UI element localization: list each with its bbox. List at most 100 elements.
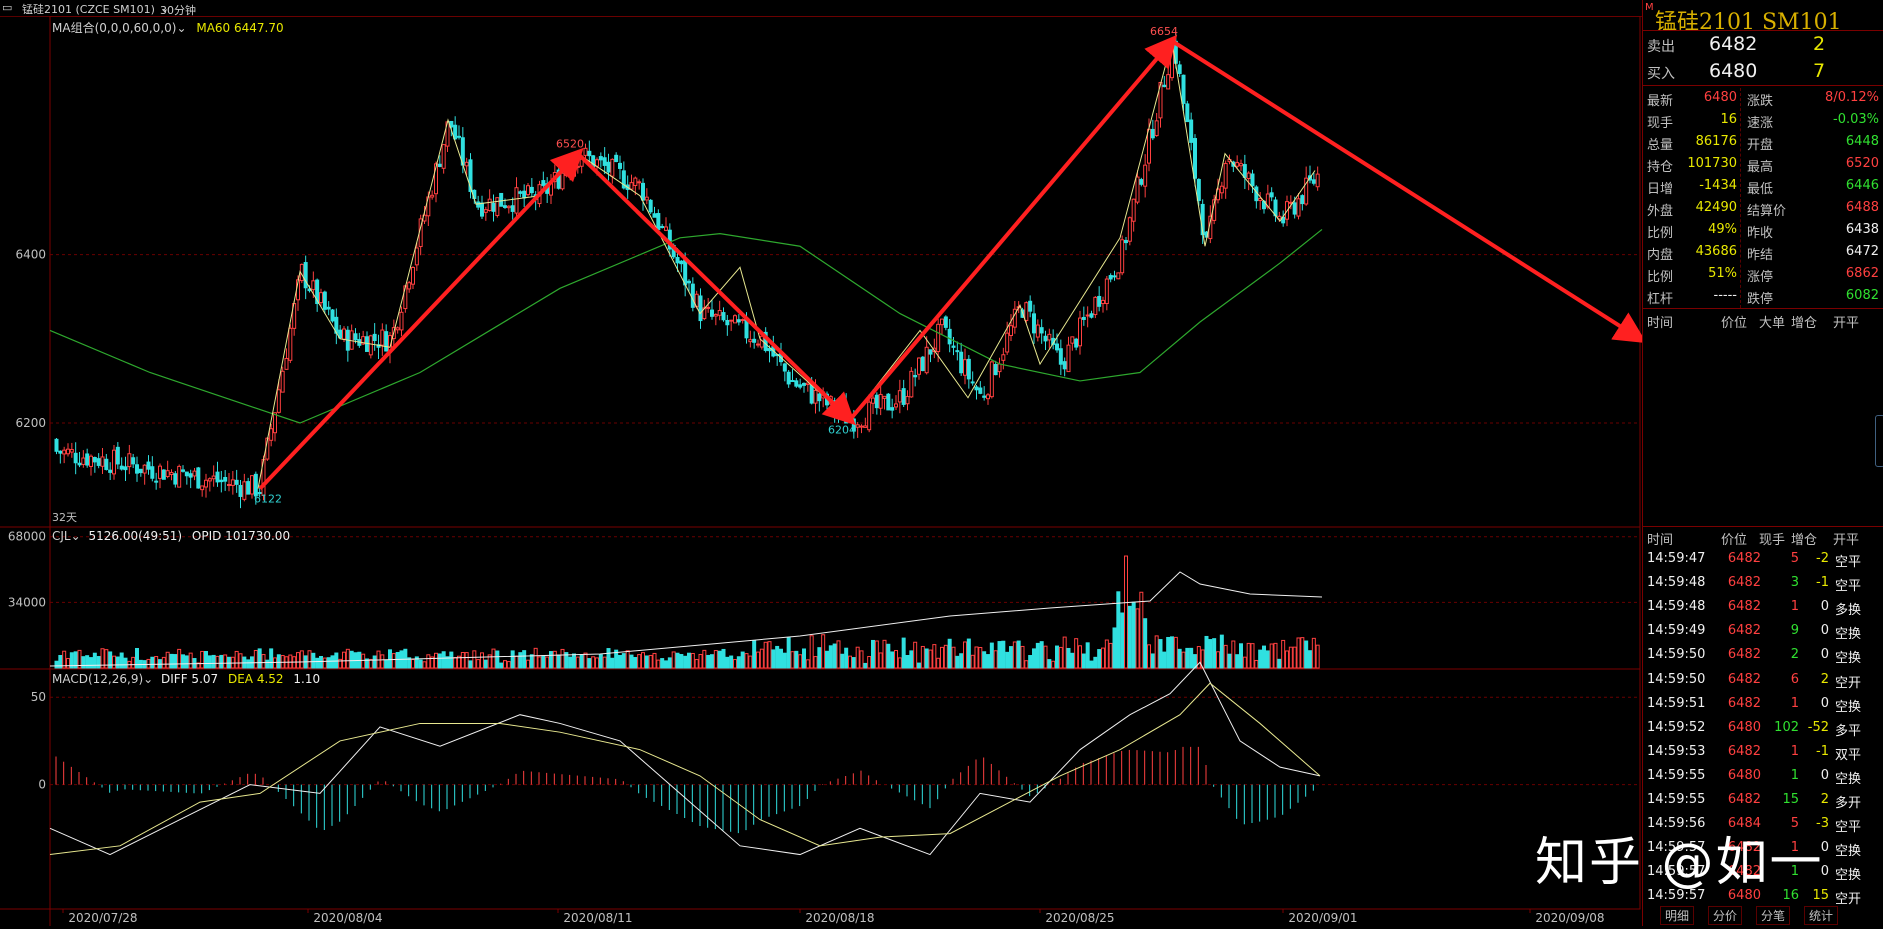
volume-bar [223, 654, 228, 669]
trade-cell: 6482 [1727, 551, 1761, 566]
stat-label: 速涨 [1747, 116, 1774, 131]
stat-value: 43686 [1695, 244, 1737, 259]
volume-bar [706, 654, 711, 669]
volume-bar [311, 652, 316, 669]
volume-bar [660, 658, 665, 669]
scrollbar[interactable] [1875, 415, 1883, 467]
candle-body [127, 453, 132, 468]
volume-bar [1285, 650, 1289, 669]
volume-bar [909, 650, 914, 669]
volume-bar [736, 656, 741, 669]
candle-body [77, 462, 82, 466]
tab-detail[interactable]: 明细 [1660, 906, 1695, 925]
stat-value: 6438 [1845, 222, 1879, 237]
trade-cell: 9 [1790, 623, 1799, 639]
window-icon[interactable]: ▭ [2, 1, 12, 14]
chart-area[interactable]: 6200 6400 2020/07/28 2020/08/04 2020/08/11 20… [0, 15, 1647, 926]
trade-cell: 2 [1790, 647, 1799, 663]
candle-body [855, 424, 860, 428]
volume-bar [510, 650, 515, 669]
candle-body [1055, 343, 1059, 351]
trade-cell: 1 [1790, 599, 1799, 615]
volume-bar [752, 640, 757, 669]
volume-bar [476, 659, 481, 669]
volume-bar [1108, 642, 1113, 669]
volume-bar [472, 650, 477, 669]
ma-legend[interactable]: MA组合(0,0,0,60,0,0)⌄ MA60 6447.70 [52, 19, 284, 36]
volume-bar [483, 659, 488, 669]
candle-body [246, 481, 251, 495]
volume-bar [790, 651, 795, 669]
trade-cell: 6482 [1727, 623, 1761, 639]
volume-bar [1035, 642, 1040, 669]
candle-body [326, 306, 331, 310]
volume-bar [1173, 636, 1178, 669]
tab-tick[interactable]: 分笔 [1756, 906, 1791, 925]
candle-body [970, 381, 975, 384]
volume-bar [667, 657, 672, 669]
candle-body [1097, 295, 1102, 307]
trade-cell: 空开 [1835, 675, 1862, 691]
volume-bar [771, 649, 776, 669]
volume-bar [1227, 653, 1232, 669]
candle-body [380, 329, 385, 346]
candle-body [917, 357, 921, 375]
volume-bar [1112, 627, 1117, 669]
volume-bar [89, 657, 93, 669]
volume-bar [200, 650, 205, 669]
stat-label: 跌停 [1747, 292, 1774, 307]
volume-bar [1235, 654, 1240, 669]
volume-bar [591, 656, 596, 669]
stat-value: 49% [1708, 222, 1737, 237]
tab-price[interactable]: 分价 [1708, 906, 1743, 925]
candle-body [1177, 64, 1182, 74]
macd-legend[interactable]: MACD(12,26,9)⌄ DIFF 5.07 DEA 4.52 1.10 [52, 672, 320, 686]
buy-label: 买入 [1647, 66, 1675, 82]
candle-body [1219, 185, 1224, 194]
candle-body [1032, 313, 1036, 334]
candle-body [1108, 275, 1113, 280]
stat-value: 6082 [1845, 288, 1879, 303]
chevron-down-icon: ⌄ [70, 529, 81, 543]
candle-body [602, 157, 607, 166]
candle-body [518, 191, 523, 194]
volume-bar [1177, 648, 1182, 669]
tab-stats[interactable]: 统计 [1804, 906, 1839, 925]
volume-legend[interactable]: CJL⌄ 5126.00(49:51) OPID 101730.00 [52, 529, 290, 543]
x-tick-label: 2020/08/04 [313, 911, 382, 925]
candle-body [920, 356, 925, 372]
volume-bar [345, 648, 350, 669]
candle-body [1239, 163, 1243, 167]
volume-bar [215, 655, 220, 669]
volume-bar [1043, 645, 1048, 669]
volume-bar [219, 654, 224, 669]
volume-bar [265, 659, 270, 669]
volume-bar [506, 661, 511, 669]
buy-price: 6480 [1709, 60, 1758, 82]
volume-bar [1024, 660, 1029, 669]
candle-body [809, 384, 814, 404]
volume-bar [1208, 639, 1213, 669]
volume-bar [319, 655, 323, 669]
stat-label: 开盘 [1747, 138, 1774, 153]
candle-body [936, 323, 941, 353]
volume-bar [997, 641, 1002, 669]
candle-body [411, 266, 415, 285]
volume-bar [989, 642, 994, 669]
volume-bar [368, 658, 373, 669]
volume-bar [940, 646, 944, 669]
candle-body [575, 165, 580, 168]
candle-body [284, 357, 289, 370]
candle-body [506, 205, 511, 209]
volume-bar [296, 652, 300, 669]
volume-bar [1311, 637, 1316, 669]
volume-bar [1012, 641, 1017, 669]
trade-cell: 14:59:53 [1647, 743, 1706, 759]
candle-body [1235, 162, 1240, 167]
y-tick-label: 34000 [8, 595, 46, 609]
kline-chart[interactable]: 6200 6400 2020/07/28 2020/08/04 2020/08/11 20… [0, 15, 1647, 926]
volume-bar [1239, 643, 1243, 669]
volume-bar [211, 654, 216, 669]
candle-body [913, 374, 918, 378]
volume-bar [878, 652, 883, 669]
